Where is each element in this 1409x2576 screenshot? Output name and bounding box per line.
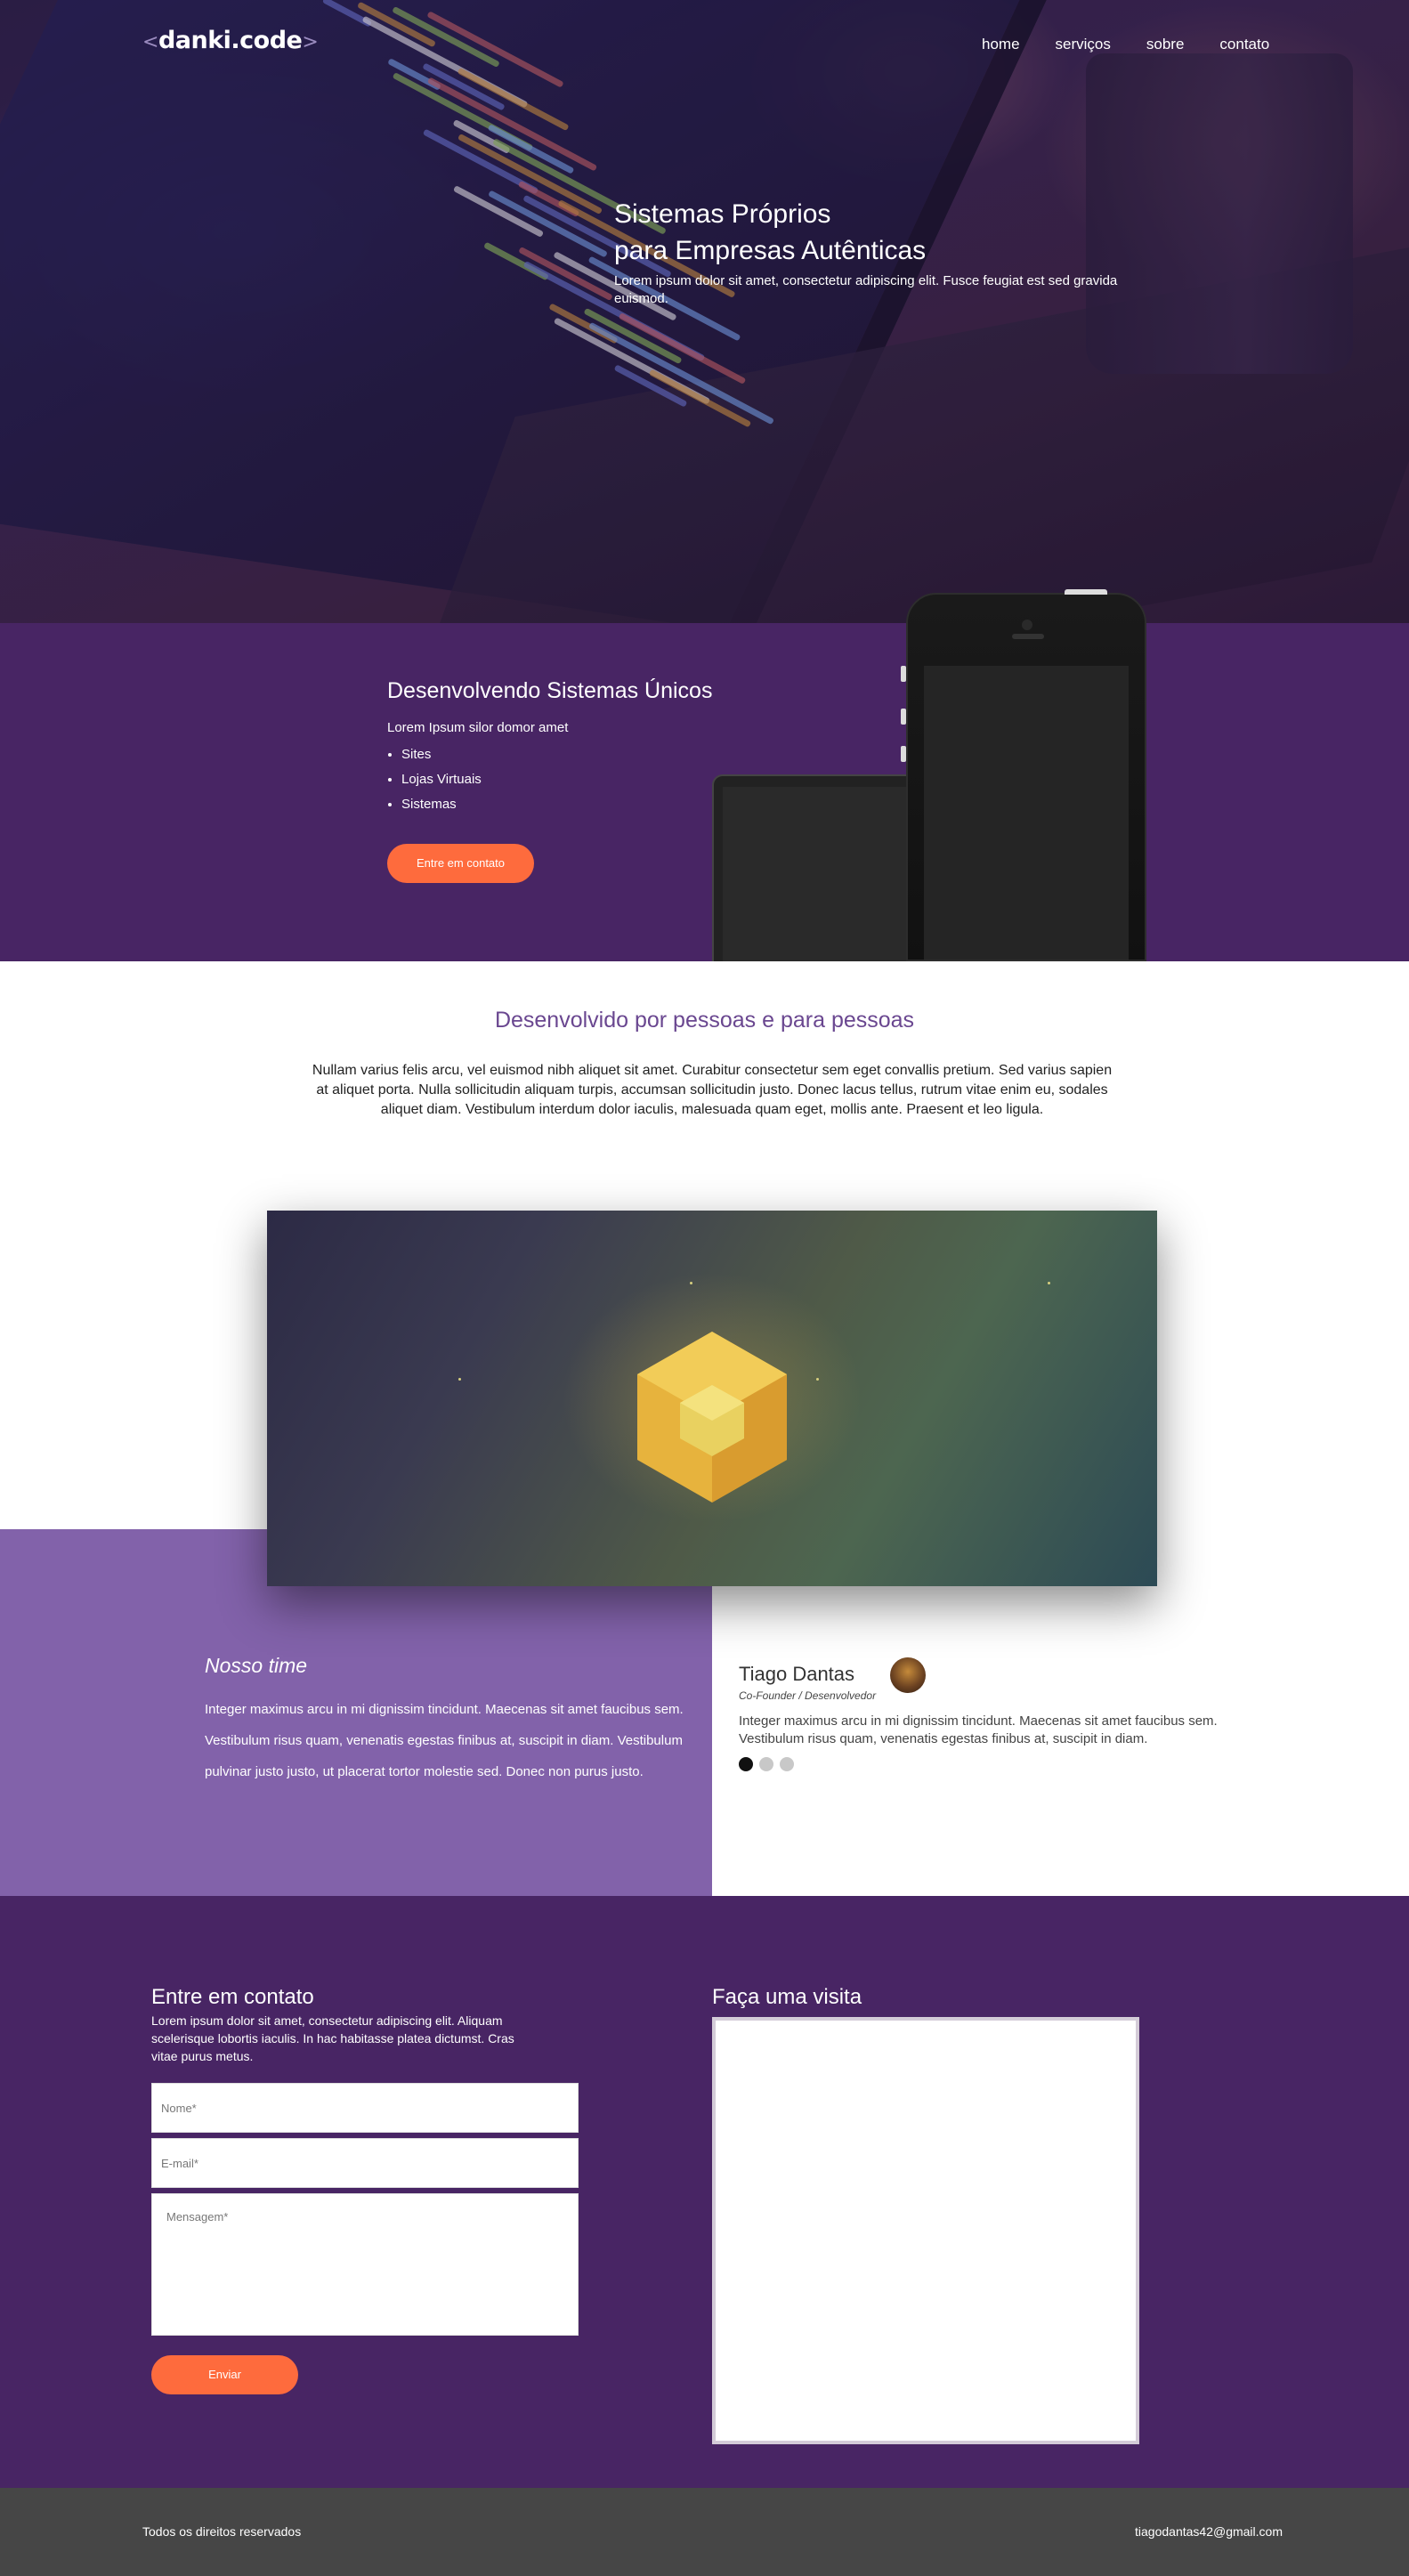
hero-title-line2: para Empresas Autênticas: [614, 236, 927, 265]
member-role: Co-Founder / Desenvolvedor: [739, 1689, 877, 1702]
phone-image: [901, 589, 1146, 961]
feature-cube-image: [267, 1211, 1157, 1586]
email-field[interactable]: E-mail*: [151, 2138, 579, 2188]
services-lead: Lorem Ipsum silor domor amet: [387, 720, 569, 735]
about-text: Nullam varius felis arcu, vel euismod ni…: [312, 1063, 1113, 1117]
member-text: Integer maximus arcu in mi dignissim tin…: [739, 1713, 1218, 1746]
team-text: Integer maximus arcu in mi dignissim tin…: [205, 1702, 684, 1779]
services-item: Sistemas: [401, 792, 712, 817]
team-title: Nosso time: [205, 1654, 308, 1677]
services-title: Desenvolvendo Sistemas Únicos: [387, 678, 713, 703]
visit-area: Faça uma visita: [712, 1985, 1139, 2444]
services-text: Desenvolvendo Sistemas Únicos Lorem Ipsu…: [387, 678, 712, 817]
services-item: Lojas Virtuais: [401, 767, 712, 792]
map-frame[interactable]: [712, 2017, 1139, 2444]
nav-contato[interactable]: contato: [1219, 36, 1269, 53]
contact-title: Entre em contato: [151, 1985, 314, 2009]
name-field[interactable]: Nome*: [151, 2083, 579, 2133]
services-item: Sites: [401, 742, 712, 767]
contact-section: Entre em contato Lorem ipsum dolor sit a…: [0, 1896, 1409, 2488]
logo[interactable]: <danki.code>: [142, 27, 319, 54]
hero-section: <danki.code> home serviços sobre contato…: [0, 0, 1409, 623]
footer-copyright: Todos os direitos reservados: [142, 2524, 302, 2539]
hero-subtitle: Lorem ipsum dolor sit amet, consectetur …: [614, 273, 1118, 306]
hero-title: Sistemas Próprios para Empresas Autêntic…: [614, 196, 1148, 269]
footer: Todos os direitos reservados tiagodantas…: [0, 2488, 1409, 2576]
carousel-dots: [739, 1757, 794, 1771]
hero-text: Sistemas Próprios para Empresas Autêntic…: [614, 196, 1148, 308]
avatar: [890, 1657, 926, 1693]
tablet-image: [712, 774, 926, 970]
carousel-dot-3[interactable]: [780, 1757, 794, 1771]
main-nav: home serviços sobre contato: [982, 36, 1269, 53]
services-section: Desenvolvendo Sistemas Únicos Lorem Ipsu…: [0, 589, 1409, 970]
about-title: Desenvolvido por pessoas e para pessoas: [494, 1008, 915, 1033]
footer-email[interactable]: tiagodantas42@gmail.com: [1135, 2524, 1283, 2539]
nav-sobre[interactable]: sobre: [1146, 36, 1185, 53]
services-list: Sites Lojas Virtuais Sistemas: [387, 742, 712, 817]
message-field[interactable]: Mensagem*: [151, 2193, 579, 2336]
send-button[interactable]: Enviar: [151, 2355, 298, 2394]
contact-text: Lorem ipsum dolor sit amet, consectetur …: [151, 2013, 514, 2063]
hero-overlay: [0, 0, 1409, 623]
contact-form-area: Entre em contato Lorem ipsum dolor sit a…: [151, 1985, 579, 2394]
contact-cta-button[interactable]: Entre em contato: [387, 844, 534, 883]
nav-home[interactable]: home: [982, 36, 1020, 53]
carousel-dot-1[interactable]: [739, 1757, 753, 1771]
carousel-dot-2[interactable]: [759, 1757, 773, 1771]
cube-icon: [637, 1332, 787, 1503]
member-name: Tiago Dantas: [739, 1663, 855, 1685]
nav-servicos[interactable]: serviços: [1056, 36, 1111, 53]
hero-title-line1: Sistemas Próprios: [614, 199, 831, 229]
visit-title: Faça uma visita: [712, 1985, 862, 2009]
